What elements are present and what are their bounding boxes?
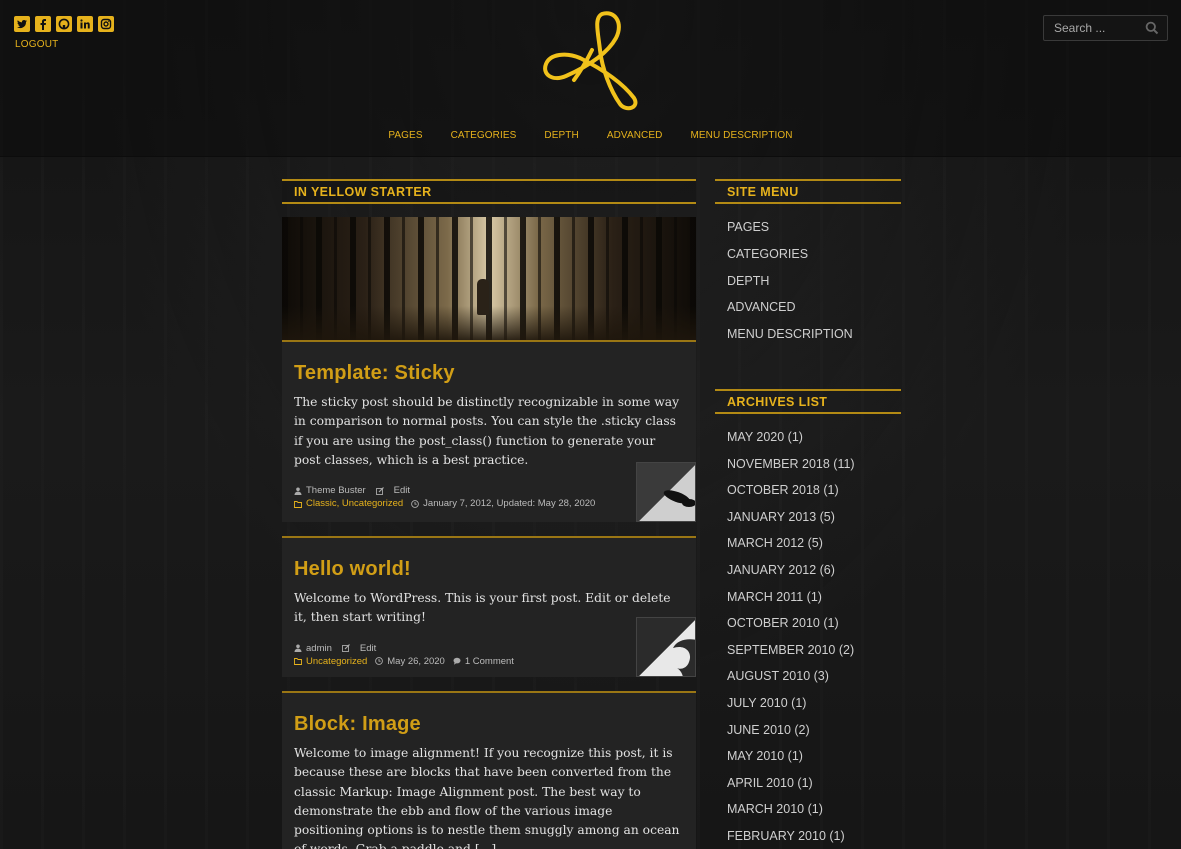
archive-item[interactable]: MARCH 2012 (5) xyxy=(727,537,901,564)
featured-image[interactable] xyxy=(282,217,696,342)
sidebar: SITE MENU PAGES CATEGORIES DEPTH ADVANCE… xyxy=(715,179,901,849)
post-categories[interactable]: Classic, Uncategorized xyxy=(306,497,403,510)
archives-title: ARCHIVES LIST xyxy=(715,388,901,414)
post-author[interactable]: Theme Buster xyxy=(306,484,366,497)
archive-item[interactable]: MARCH 2010 (1) xyxy=(727,803,901,830)
post-card: Block: Image Welcome to image alignment!… xyxy=(282,691,696,849)
hero-floor xyxy=(282,306,696,340)
search-box xyxy=(1043,15,1168,41)
archive-item[interactable]: FEBRUARY 2010 (1) xyxy=(727,829,901,849)
post-card: Template: Sticky The sticky post should … xyxy=(282,342,696,522)
archive-item[interactable]: JUNE 2010 (2) xyxy=(727,723,901,751)
post-card: Hello world! Welcome to WordPress. This … xyxy=(282,536,696,677)
comment-icon xyxy=(453,657,461,665)
nav-item-advanced[interactable]: ADVANCED xyxy=(607,130,663,141)
search-icon[interactable] xyxy=(1145,21,1159,35)
post-meta: admin Edit Uncategorized May 26, 2020 1 … xyxy=(294,642,684,668)
instagram-icon[interactable] xyxy=(98,16,114,32)
site-header: LOGOUT PAGES CATEGORIES DEPTH ADVANCED M… xyxy=(0,0,1181,157)
archive-item[interactable]: JANUARY 2013 (5) xyxy=(727,510,901,538)
post-comments[interactable]: 1 Comment xyxy=(465,655,514,668)
post-excerpt: Welcome to WordPress. This is your first… xyxy=(294,591,671,625)
main-nav: PAGES CATEGORIES DEPTH ADVANCED MENU DES… xyxy=(0,130,1181,141)
user-icon xyxy=(294,644,302,653)
post-categories[interactable]: Uncategorized xyxy=(306,655,367,668)
post-excerpt: Welcome to image alignment! If you recog… xyxy=(294,746,680,849)
post-excerpt: The sticky post should be distinctly rec… xyxy=(294,395,680,467)
github-icon[interactable] xyxy=(56,16,72,32)
post-author[interactable]: admin xyxy=(306,642,332,655)
site-menu-item-depth[interactable]: DEPTH xyxy=(727,274,901,302)
post-edit-link[interactable]: Edit xyxy=(394,484,410,497)
post-title[interactable]: Block: Image xyxy=(294,713,684,736)
post-date: May 26, 2020 xyxy=(387,655,445,667)
archives-list: MAY 2020 (1) NOVEMBER 2018 (11) OCTOBER … xyxy=(715,431,901,849)
site-menu-item-categories[interactable]: CATEGORIES xyxy=(727,247,901,275)
site-menu-title: SITE MENU xyxy=(715,179,901,204)
archive-item[interactable]: OCTOBER 2018 (1) xyxy=(727,484,901,511)
edit-icon xyxy=(341,644,350,653)
clock-icon xyxy=(411,499,420,508)
clock-icon xyxy=(375,657,384,665)
archive-item[interactable]: OCTOBER 2010 (1) xyxy=(727,617,901,644)
folder-icon xyxy=(294,500,302,508)
facebook-icon[interactable] xyxy=(35,16,51,32)
post-thumbnail[interactable] xyxy=(636,617,696,677)
site-menu-list: PAGES CATEGORIES DEPTH ADVANCED MENU DES… xyxy=(715,221,901,355)
post-thumbnail[interactable] xyxy=(636,462,696,522)
site-menu-item-menu-description[interactable]: MENU DESCRIPTION xyxy=(727,328,901,355)
archive-item[interactable]: MAY 2020 (1) xyxy=(727,431,901,458)
post-meta: Theme Buster Edit Classic, Uncategorized… xyxy=(294,484,684,510)
post-title[interactable]: Hello world! xyxy=(294,558,684,581)
nav-item-pages[interactable]: PAGES xyxy=(388,130,422,141)
archive-item[interactable]: JULY 2010 (1) xyxy=(727,697,901,724)
post-title[interactable]: Template: Sticky xyxy=(294,362,684,385)
linkedin-icon[interactable] xyxy=(77,16,93,32)
archive-item[interactable]: AUGUST 2010 (3) xyxy=(727,670,901,697)
folder-icon xyxy=(294,658,302,666)
post-date: January 7, 2012, Updated: May 28, 2020 xyxy=(423,498,596,510)
user-icon xyxy=(294,487,302,495)
archive-item[interactable]: MARCH 2011 (1) xyxy=(727,590,901,618)
logout-link[interactable]: LOGOUT xyxy=(15,39,58,50)
archive-item[interactable]: NOVEMBER 2018 (11) xyxy=(727,457,901,485)
twitter-icon[interactable] xyxy=(14,16,30,32)
archive-item[interactable]: JANUARY 2012 (6) xyxy=(727,564,901,591)
nav-item-menu-description[interactable]: MENU DESCRIPTION xyxy=(690,130,792,141)
main-content: IN YELLOW STARTER Template: Sticky The s… xyxy=(282,179,696,849)
social-links xyxy=(14,16,114,32)
archive-item[interactable]: APRIL 2010 (1) xyxy=(727,776,901,804)
site-logo[interactable] xyxy=(540,8,644,112)
section-title: IN YELLOW STARTER xyxy=(282,179,696,204)
archive-item[interactable]: SEPTEMBER 2010 (2) xyxy=(727,643,901,671)
nav-item-categories[interactable]: CATEGORIES xyxy=(451,130,517,141)
archive-item[interactable]: MAY 2010 (1) xyxy=(727,750,901,777)
site-menu-item-pages[interactable]: PAGES xyxy=(727,221,901,248)
hero-figure xyxy=(477,279,489,315)
edit-icon xyxy=(375,486,384,495)
nav-item-depth[interactable]: DEPTH xyxy=(544,130,578,141)
post-edit-link[interactable]: Edit xyxy=(360,642,376,655)
search-input[interactable] xyxy=(1044,16,1144,40)
site-menu-item-advanced[interactable]: ADVANCED xyxy=(727,301,901,328)
